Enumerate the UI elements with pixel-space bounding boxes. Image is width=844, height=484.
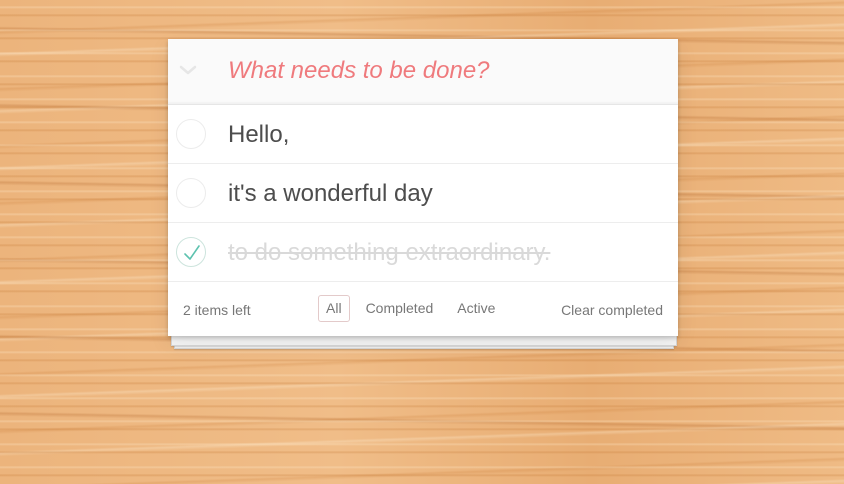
todo-toggle-checkbox[interactable]	[176, 178, 206, 208]
new-todo-input[interactable]	[228, 53, 658, 89]
todo-list: Hello, it's a wonderful day to do someth…	[168, 105, 678, 282]
todo-label[interactable]: it's a wonderful day	[228, 180, 433, 208]
checkmark-icon	[184, 245, 200, 260]
todo-item: it's a wonderful day	[168, 164, 678, 223]
todo-label[interactable]: Hello,	[228, 121, 289, 149]
chevron-down-icon[interactable]	[177, 59, 199, 81]
todo-app: Hello, it's a wonderful day to do someth…	[168, 39, 678, 336]
todo-toggle-checkbox[interactable]	[176, 237, 206, 267]
filter-tabs: All Completed Active	[318, 295, 511, 322]
filter-completed[interactable]: Completed	[358, 295, 442, 322]
filter-all[interactable]: All	[318, 295, 350, 322]
clear-completed-button[interactable]: Clear completed	[561, 302, 663, 318]
items-left-count: 2 items left	[183, 302, 251, 318]
todo-header	[168, 39, 678, 105]
filter-active[interactable]: Active	[449, 295, 503, 322]
todo-label[interactable]: to do something extraordinary.	[228, 239, 550, 267]
todo-item: Hello,	[168, 105, 678, 164]
todo-footer: 2 items left All Completed Active Clear …	[168, 282, 678, 337]
todo-toggle-checkbox[interactable]	[176, 119, 206, 149]
todo-item-completed: to do something extraordinary.	[168, 223, 678, 282]
